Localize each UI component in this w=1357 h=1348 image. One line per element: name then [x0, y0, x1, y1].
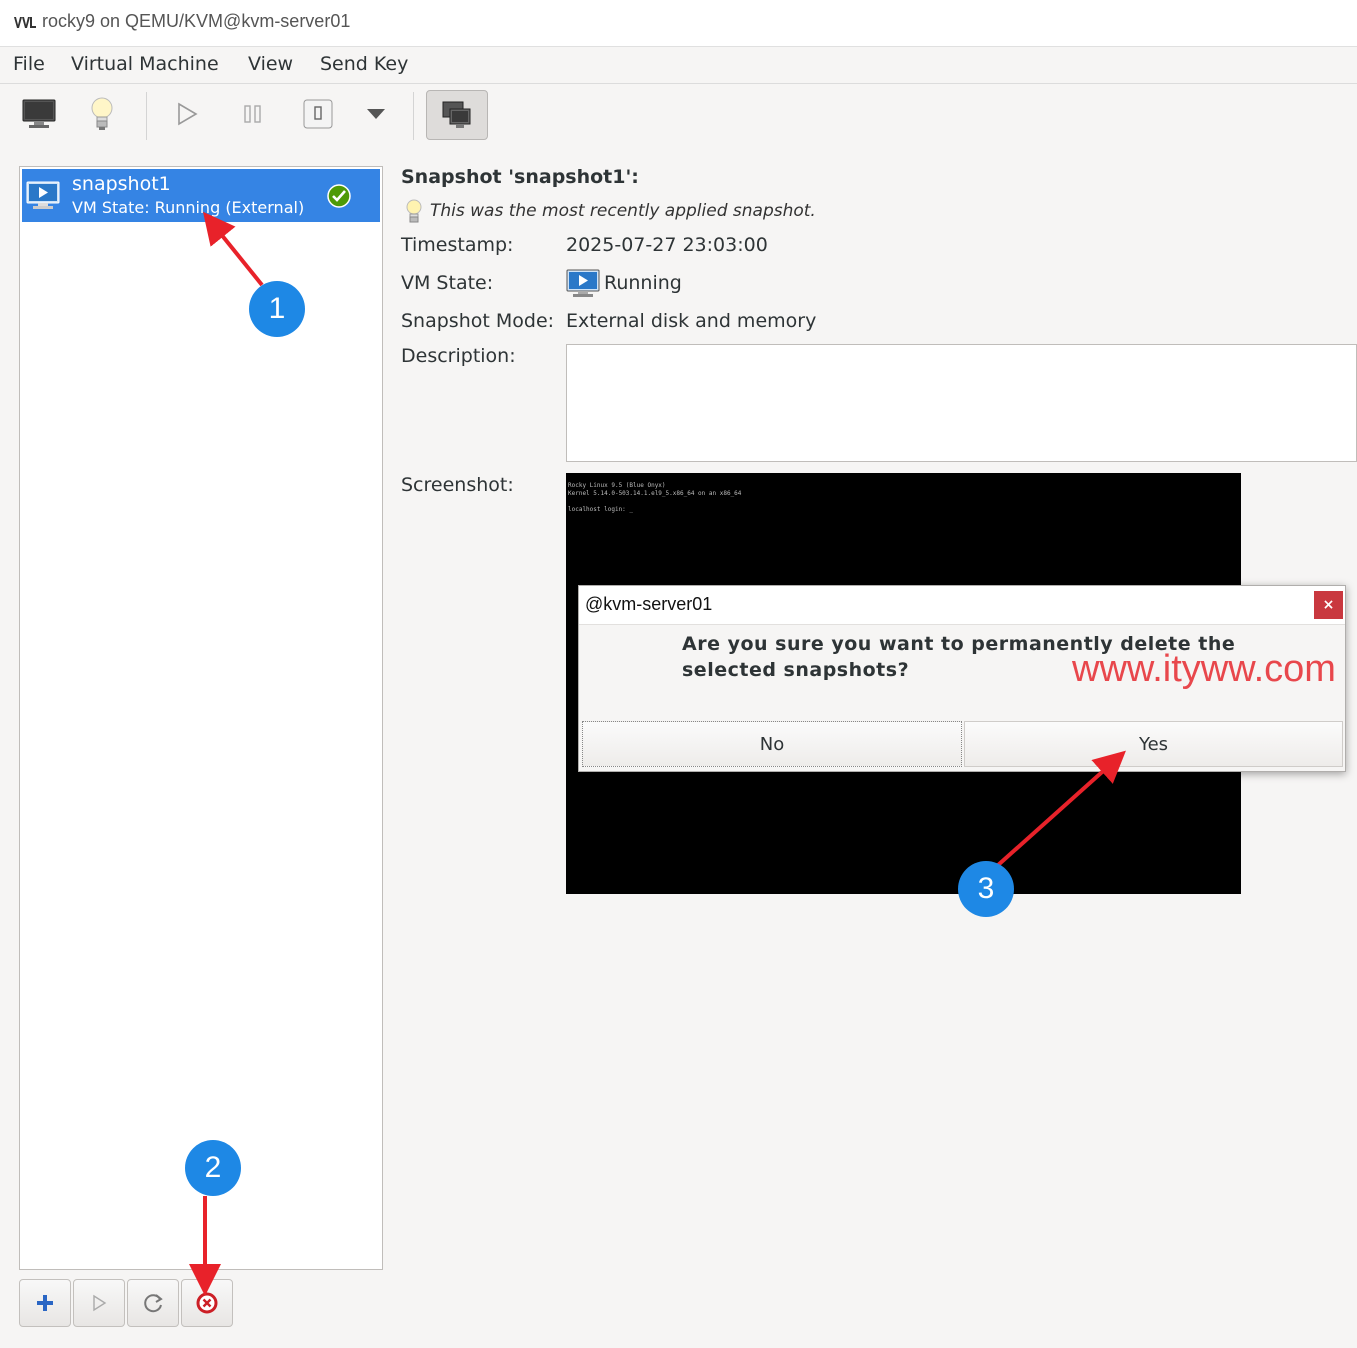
vm-running-icon: [566, 269, 600, 297]
timestamp-value: 2025-07-27 23:03:00: [566, 234, 768, 256]
delete-icon: [196, 1292, 218, 1314]
menu-virtual-machine[interactable]: Virtual Machine: [71, 53, 219, 75]
menu-send-key[interactable]: Send Key: [320, 53, 408, 75]
pause-button[interactable]: [231, 92, 275, 136]
vm-state-value: Running: [604, 272, 682, 294]
window-titlebar: rocky9 on QEMU/KVM@kvm-server01: [0, 0, 1357, 47]
plus-icon: [37, 1295, 53, 1311]
toolbar: [0, 84, 1357, 148]
dialog-close-button[interactable]: ×: [1314, 591, 1343, 619]
run-button[interactable]: [165, 92, 209, 136]
snapshot-list-item[interactable]: snapshot1 VM State: Running (External): [22, 169, 380, 222]
recent-snapshot-note: This was the most recently applied snaps…: [430, 201, 816, 221]
dialog-header: @kvm-server01 ×: [579, 586, 1345, 625]
annotation-badge-3: 3: [958, 861, 1014, 917]
toolbar-separator: [146, 92, 147, 140]
menu-file[interactable]: File: [13, 53, 45, 75]
lightbulb-icon: [406, 199, 422, 223]
description-textarea[interactable]: [566, 344, 1357, 462]
details-button[interactable]: [80, 92, 124, 136]
snapshot-details-title: Snapshot 'snapshot1':: [401, 166, 639, 188]
lightbulb-icon: [91, 97, 113, 130]
play-icon: [178, 102, 198, 126]
console-text: Rocky Linux 9.5 (Blue Onyx) Kernel 5.14.…: [568, 482, 742, 513]
annotation-badge-2: 2: [185, 1140, 241, 1196]
shutdown-menu-button[interactable]: [354, 92, 398, 136]
refresh-snapshots-button[interactable]: [127, 1279, 179, 1327]
snapshot-name: snapshot1: [72, 173, 171, 195]
screenshot-label: Screenshot:: [401, 474, 514, 496]
dropdown-arrow-icon: [367, 109, 385, 119]
power-icon: [303, 99, 333, 129]
vm-running-icon: [26, 181, 60, 209]
description-label: Description:: [401, 345, 516, 367]
delete-snapshot-button[interactable]: [181, 1279, 233, 1327]
monitor-icon: [22, 99, 56, 128]
current-snapshot-check-icon: [327, 184, 351, 208]
run-snapshot-button[interactable]: [73, 1279, 125, 1327]
snapshot-mode-value: External disk and memory: [566, 310, 817, 332]
yes-button[interactable]: Yes: [964, 721, 1343, 767]
virt-manager-icon: [14, 17, 36, 28]
vm-state-label: VM State:: [401, 272, 494, 294]
snapshots-icon: [442, 101, 471, 128]
pause-icon: [244, 105, 261, 123]
menubar: File Virtual Machine View Send Key: [0, 47, 1357, 84]
timestamp-label: Timestamp:: [401, 234, 514, 256]
shutdown-button[interactable]: [296, 92, 340, 136]
menu-view[interactable]: View: [248, 53, 293, 75]
add-snapshot-button[interactable]: [19, 1279, 71, 1327]
snapshots-button[interactable]: [426, 90, 488, 140]
snapshot-mode-label: Snapshot Mode:: [401, 310, 555, 332]
toolbar-separator: [413, 92, 414, 140]
annotation-badge-1: 1: [249, 281, 305, 337]
console-button[interactable]: [17, 92, 61, 136]
snapshot-state: VM State: Running (External): [72, 198, 305, 217]
play-icon: [93, 1294, 107, 1312]
refresh-icon: [144, 1294, 163, 1313]
snapshot-list: snapshot1 VM State: Running (External): [19, 166, 383, 1270]
dialog-title: @kvm-server01: [585, 594, 713, 614]
watermark-text: www.ityww.com: [1072, 648, 1336, 690]
window-title: rocky9 on QEMU/KVM@kvm-server01: [42, 11, 351, 31]
no-button[interactable]: No: [582, 721, 962, 767]
